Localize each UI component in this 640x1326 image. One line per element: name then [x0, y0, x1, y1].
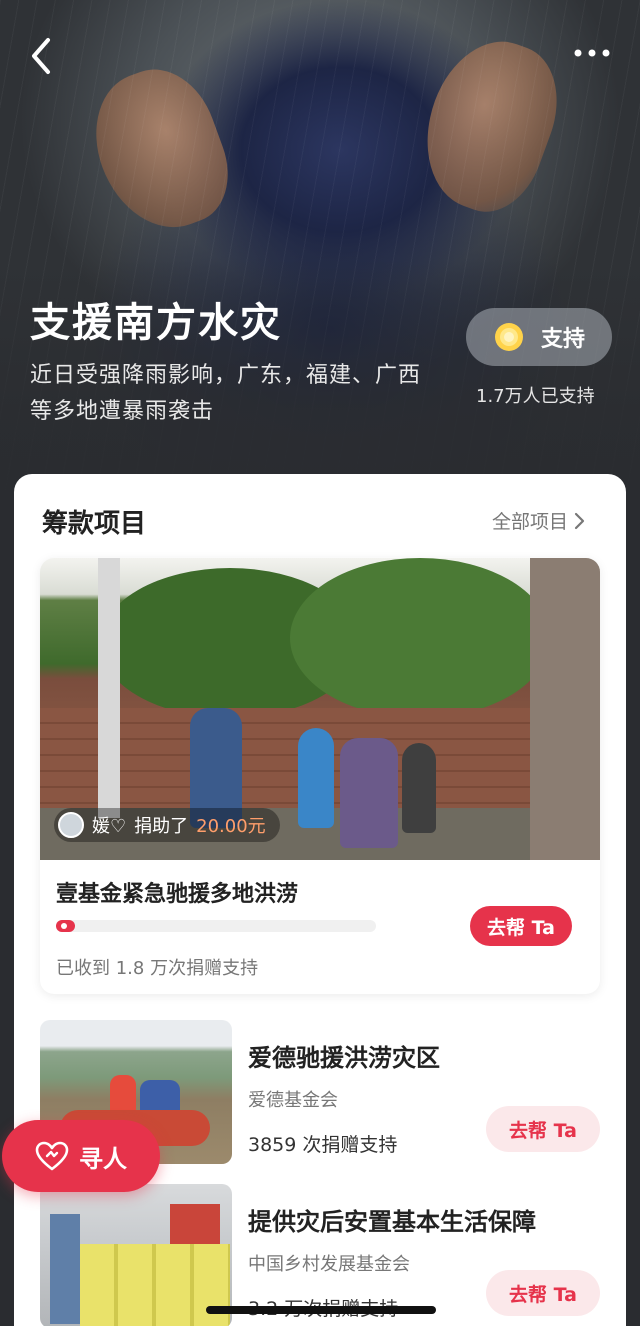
help-button[interactable]: 去帮 Ta — [470, 906, 572, 946]
help-button[interactable]: 去帮 Ta — [486, 1106, 600, 1152]
featured-donation-count: 已收到 1.8 万次捐赠支持 — [56, 958, 259, 979]
donor-action: 捐助了 — [134, 816, 189, 837]
all-projects-label: 全部项目 — [492, 511, 569, 533]
donor-chip: 媛♡ 捐助了 20.00元 — [54, 808, 280, 842]
person-finder-label: 寻人 — [79, 1144, 127, 1173]
project-donation-count: 3859 次捐赠支持 — [248, 1134, 398, 1156]
donor-amount: 20.00元 — [196, 816, 266, 837]
home-indicator — [206, 1306, 436, 1314]
back-button[interactable] — [26, 36, 58, 76]
donor-name: 媛♡ — [92, 816, 127, 837]
page-subtitle: 近日受强降雨影响，广东，福建、广西等多地遭暴雨袭击 — [30, 363, 422, 424]
chevron-right-icon — [574, 512, 585, 529]
support-count: 1.7万人已支持 — [476, 386, 595, 407]
person-finder-button[interactable]: 寻人 — [2, 1120, 160, 1192]
hero-banner — [0, 0, 640, 520]
project-title: 爱德驰援洪涝灾区 — [248, 1044, 440, 1072]
sun-badge-icon — [494, 323, 523, 351]
support-button[interactable]: 支持 — [466, 308, 612, 366]
project-thumbnail — [40, 1184, 232, 1326]
page-title: 支援南方水灾 — [30, 300, 282, 346]
project-title: 提供灾后安置基本生活保障 — [248, 1208, 536, 1236]
project-list-item[interactable]: 提供灾后安置基本生活保障 中国乡村发展基金会 3.2 万次捐赠支持 去帮 Ta — [40, 1184, 600, 1326]
chevron-left-icon — [32, 38, 50, 74]
project-organization: 中国乡村发展基金会 — [248, 1254, 410, 1275]
featured-project-card[interactable]: 媛♡ 捐助了 20.00元 壹基金紧急驰援多地洪涝 已收到 1.8 万次捐赠支持… — [40, 558, 600, 994]
section-title: 筹款项目 — [42, 509, 147, 539]
support-button-label: 支持 — [540, 327, 585, 352]
heart-icon — [35, 1141, 69, 1171]
project-organization: 爱德基金会 — [248, 1090, 338, 1111]
more-dots-icon — [574, 49, 610, 57]
more-button[interactable] — [570, 40, 614, 66]
help-button[interactable]: 去帮 Ta — [486, 1270, 600, 1316]
avatar — [58, 812, 84, 838]
featured-project-image: 媛♡ 捐助了 20.00元 — [40, 558, 600, 860]
featured-project-title: 壹基金紧急驰援多地洪涝 — [56, 882, 299, 907]
donation-progress-bar — [56, 920, 376, 932]
all-projects-link[interactable]: 全部项目 — [492, 507, 586, 534]
